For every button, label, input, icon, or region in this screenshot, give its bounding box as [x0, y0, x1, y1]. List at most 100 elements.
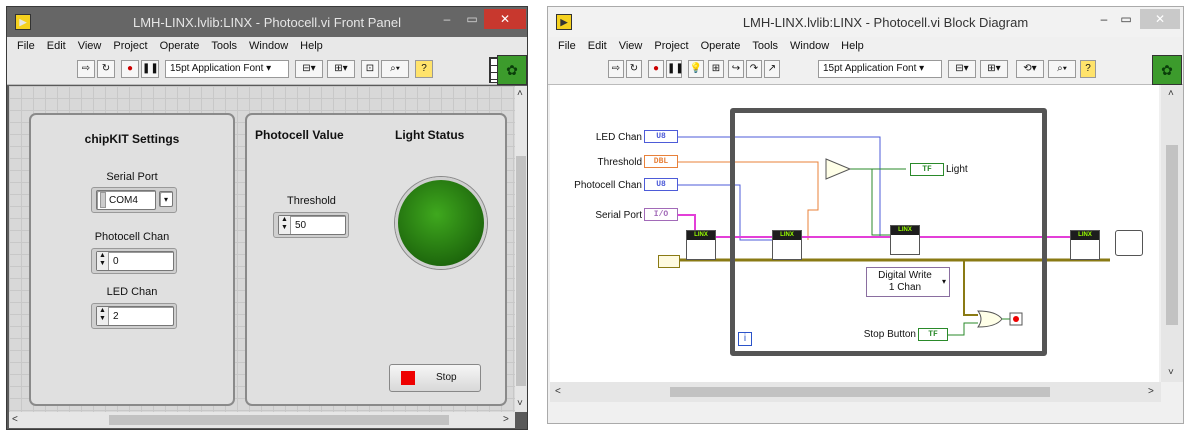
- align-objects-icon[interactable]: ⊟▾: [948, 60, 976, 78]
- bd-vertical-thumb[interactable]: [1166, 145, 1178, 325]
- run-arrow-icon[interactable]: ⇨: [77, 60, 95, 78]
- threshold-field[interactable]: ▲ ▼ 50: [278, 215, 346, 235]
- distribute-objects-icon[interactable]: ⊞▾: [327, 60, 355, 78]
- menu-file[interactable]: File: [558, 40, 576, 52]
- menu-edit[interactable]: Edit: [588, 40, 607, 52]
- close-button[interactable]: ✕: [1140, 9, 1180, 29]
- stop-button-terminal[interactable]: TF: [918, 328, 948, 341]
- light-label: Light: [946, 164, 968, 175]
- menu-window[interactable]: Window: [790, 40, 829, 52]
- run-arrow-icon[interactable]: ⇨: [608, 60, 624, 78]
- serial-port-control[interactable]: COM4 ▾: [91, 187, 177, 213]
- photocell-value-heading: Photocell Value: [255, 128, 344, 142]
- threshold-label: Threshold: [287, 195, 336, 207]
- led-chan-stepper[interactable]: ▲ ▼: [97, 307, 109, 325]
- digital-write-selector[interactable]: Digital Write 1 Chan ▾: [866, 267, 950, 297]
- scroll-down-icon[interactable]: ˅: [517, 398, 523, 409]
- font-selector[interactable]: 15pt Application Font ▾: [165, 60, 289, 78]
- minimize-button[interactable]: –: [1094, 9, 1114, 29]
- light-terminal[interactable]: TF: [910, 163, 944, 176]
- bd-horizontal-scrollbar[interactable]: < >: [550, 382, 1161, 402]
- abort-icon[interactable]: ●: [648, 60, 664, 78]
- close-button[interactable]: ✕: [484, 9, 526, 29]
- scroll-right-icon[interactable]: >: [503, 414, 509, 425]
- menu-window[interactable]: Window: [249, 40, 288, 52]
- menu-edit[interactable]: Edit: [47, 40, 66, 52]
- scroll-left-icon[interactable]: <: [12, 414, 18, 425]
- photocell-chan-control[interactable]: ▲ ▼ 0: [91, 248, 177, 274]
- front-panel-titlebar[interactable]: ▶ LMH-LINX.lvlib:LINX - Photocell.vi Fro…: [7, 7, 527, 37]
- polymorphic-dropdown-icon[interactable]: ▾: [942, 276, 946, 288]
- font-selector[interactable]: 15pt Application Font ▾: [818, 60, 942, 78]
- scroll-down-icon[interactable]: ˅: [1168, 367, 1174, 378]
- photocell-chan-stepper[interactable]: ▲ ▼: [97, 252, 109, 270]
- bd-horizontal-thumb[interactable]: [670, 387, 1050, 397]
- menu-tools[interactable]: Tools: [211, 40, 237, 52]
- resize-objects-icon[interactable]: ⊡: [361, 60, 379, 78]
- block-diagram-toolbar: ⇨ ↻ ● ❚❚ 💡 ⊞ ↪ ↷ ↗ 15pt Application Font…: [548, 55, 1183, 85]
- menu-help[interactable]: Help: [300, 40, 323, 52]
- menu-help[interactable]: Help: [841, 40, 864, 52]
- reorder-icon[interactable]: ⟲▾: [1016, 60, 1044, 78]
- menu-tools[interactable]: Tools: [752, 40, 778, 52]
- menu-view[interactable]: View: [78, 40, 102, 52]
- labview-icon: ▶: [556, 14, 572, 30]
- retain-wire-values-icon[interactable]: ⊞: [708, 60, 724, 78]
- menu-file[interactable]: File: [17, 40, 35, 52]
- simple-error-handler-node[interactable]: [1115, 230, 1143, 256]
- photocell-chan-field[interactable]: ▲ ▼ 0: [96, 251, 174, 271]
- maximize-button[interactable]: ▭: [462, 9, 482, 29]
- photocell-chan-terminal[interactable]: U8: [644, 178, 678, 191]
- scroll-up-icon[interactable]: ˄: [1168, 88, 1174, 99]
- linx-close-node[interactable]: LINX: [1070, 230, 1100, 260]
- led-chan-field[interactable]: ▲ ▼ 2: [96, 306, 174, 326]
- maximize-button[interactable]: ▭: [1116, 9, 1136, 29]
- step-into-icon[interactable]: ↪: [728, 60, 744, 78]
- minimize-button[interactable]: –: [437, 9, 457, 29]
- abort-icon[interactable]: ●: [121, 60, 139, 78]
- run-continuously-icon[interactable]: ↻: [626, 60, 642, 78]
- step-over-icon[interactable]: ↷: [746, 60, 762, 78]
- led-chan-control[interactable]: ▲ ▼ 2: [91, 303, 177, 329]
- scroll-right-icon[interactable]: >: [1148, 386, 1154, 397]
- search-icon[interactable]: ⌕▾: [381, 60, 409, 78]
- menu-project[interactable]: Project: [654, 40, 688, 52]
- help-icon[interactable]: ?: [1080, 60, 1096, 78]
- menu-operate[interactable]: Operate: [160, 40, 200, 52]
- threshold-label: Threshold: [597, 157, 642, 168]
- loop-iteration-terminal[interactable]: i: [738, 332, 752, 346]
- help-icon[interactable]: ?: [415, 60, 433, 78]
- scroll-up-icon[interactable]: ˄: [517, 88, 523, 99]
- threshold-control[interactable]: ▲ ▼ 50: [273, 212, 349, 238]
- linx-digital-write-node[interactable]: LINX: [890, 225, 920, 255]
- linx-open-node[interactable]: LINX: [686, 230, 716, 260]
- serial-port-dropdown-arrow[interactable]: ▾: [159, 191, 173, 207]
- bd-vertical-scrollbar[interactable]: ˄ ˅: [1161, 85, 1183, 382]
- pause-icon[interactable]: ❚❚: [141, 60, 159, 78]
- scroll-left-icon[interactable]: <: [555, 386, 561, 397]
- align-objects-icon[interactable]: ⊟▾: [295, 60, 323, 78]
- fp-vertical-thumb[interactable]: [516, 156, 526, 386]
- error-constant[interactable]: [658, 255, 680, 268]
- fp-horizontal-scrollbar[interactable]: < >: [9, 412, 515, 428]
- stop-button[interactable]: Stop: [389, 364, 481, 392]
- menu-view[interactable]: View: [619, 40, 643, 52]
- linx-analog-read-node[interactable]: LINX: [772, 230, 802, 260]
- serial-port-field[interactable]: COM4: [96, 190, 156, 210]
- step-out-icon[interactable]: ↗: [764, 60, 780, 78]
- serial-port-terminal[interactable]: I/O: [644, 208, 678, 221]
- threshold-terminal[interactable]: DBL: [644, 155, 678, 168]
- block-diagram-titlebar[interactable]: ▶ LMH-LINX.lvlib:LINX - Photocell.vi Blo…: [548, 7, 1183, 37]
- run-continuously-icon[interactable]: ↻: [97, 60, 115, 78]
- fp-vertical-scrollbar[interactable]: ˄ ˅: [515, 86, 527, 412]
- front-panel-menubar: File Edit View Project Operate Tools Win…: [7, 37, 527, 55]
- threshold-stepper[interactable]: ▲ ▼: [279, 216, 291, 234]
- highlight-execution-icon[interactable]: 💡: [688, 60, 704, 78]
- led-chan-terminal[interactable]: U8: [644, 130, 678, 143]
- fp-horizontal-thumb[interactable]: [109, 415, 449, 425]
- pause-icon[interactable]: ❚❚: [666, 60, 684, 78]
- menu-operate[interactable]: Operate: [701, 40, 741, 52]
- menu-project[interactable]: Project: [113, 40, 147, 52]
- search-icon[interactable]: ⌕▾: [1048, 60, 1076, 78]
- distribute-objects-icon[interactable]: ⊞▾: [980, 60, 1008, 78]
